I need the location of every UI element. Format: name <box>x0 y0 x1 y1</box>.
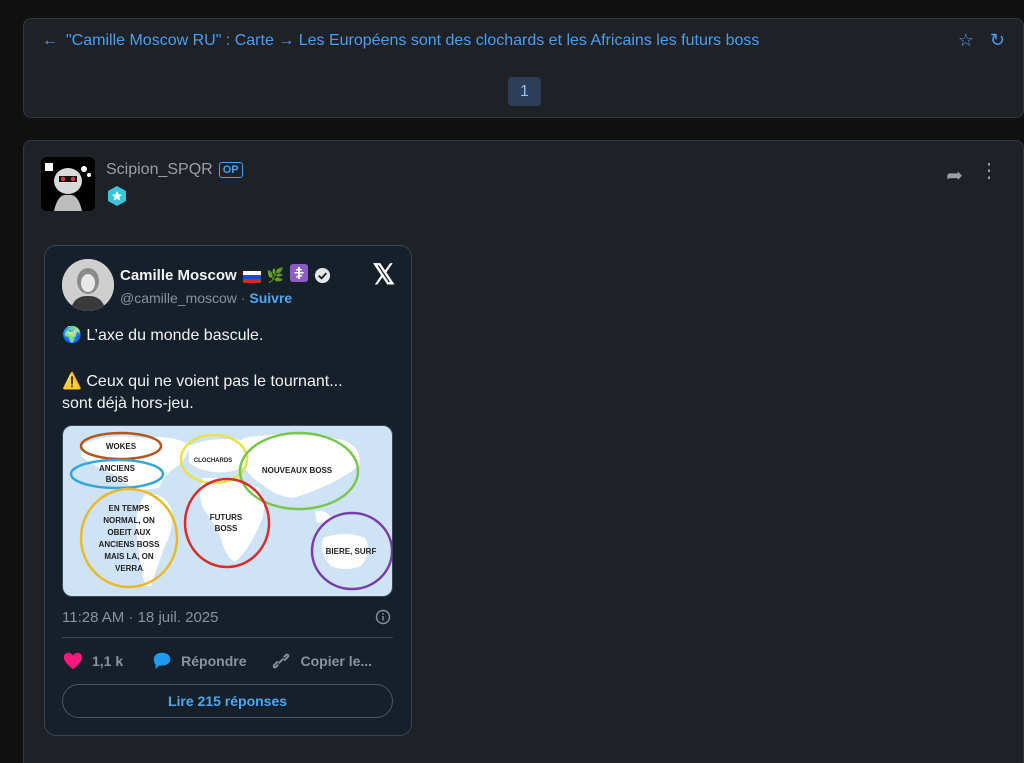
avatar[interactable] <box>41 157 95 211</box>
tweet-handle-row: @camille_moscow · Suivre <box>120 290 292 306</box>
map-label-futurs: FUTURS <box>210 513 243 522</box>
map-label-en-temps-5: MAIS LA, ON <box>104 552 154 561</box>
username-row: Scipion_SPQR OP <box>106 161 243 179</box>
tweet-actions: 1,1 k Répondre Copier le... <box>62 650 372 672</box>
heart-icon <box>63 652 83 670</box>
reply-label: Répondre <box>181 653 247 669</box>
speech-bubble-icon <box>153 652 171 670</box>
tweet-map-image[interactable]: WOKES ANCIENS BOSS CLOCHARDS NOUVEAUX BO… <box>62 425 393 597</box>
copy-link-button[interactable]: Copier le... <box>270 650 372 672</box>
back-link[interactable]: ← "Camille Moscow RU" : Carte → Les Euro… <box>42 32 759 50</box>
russia-flag-icon <box>242 270 261 283</box>
orthodox-cross-icon <box>290 264 309 287</box>
tweet-avatar[interactable] <box>62 259 114 311</box>
tweet-text: 🌍 L’axe du monde bascule. ⚠️ Ceux qui ne… <box>62 325 392 415</box>
handle-separator: · <box>236 290 250 306</box>
map-label-nouveaux-boss: NOUVEAUX BOSS <box>262 466 333 475</box>
map-label-anciens: ANCIENS <box>99 464 136 473</box>
tweet-handle[interactable]: @camille_moscow <box>120 290 237 306</box>
map-label-clochards: CLOCHARDS <box>194 458 232 464</box>
topic-header: ← "Camille Moscow RU" : Carte → Les Euro… <box>23 18 1024 118</box>
tweet-timestamp[interactable]: 11:28 AM · 18 juil. 2025 <box>62 609 219 626</box>
map-label-futurs-boss: BOSS <box>215 524 238 533</box>
tweet-line: ⚠️ Ceux qui ne voient pas le tournant... <box>62 373 343 390</box>
copy-link-label: Copier le... <box>300 653 373 669</box>
post-card: Scipion_SPQR OP ➦ ⋮ Camille Moscow 🌿 @ca… <box>23 140 1024 763</box>
olive-branch-icon: 🌿 <box>266 267 285 283</box>
map-label-biere-surf: BIERE, SURF <box>326 547 377 556</box>
arrow-left-icon: ← <box>42 32 58 49</box>
follow-link[interactable]: Suivre <box>249 290 292 306</box>
reply-button[interactable]: Répondre <box>151 650 246 672</box>
op-badge: OP <box>218 162 243 178</box>
verified-icon <box>315 267 331 284</box>
topic-actions: ☆ ↻ <box>958 31 1005 49</box>
tweet-name-row: Camille Moscow 🌿 <box>120 264 331 287</box>
tweet-divider <box>62 637 393 638</box>
page-button[interactable]: 1 <box>508 77 541 106</box>
embedded-tweet: Camille Moscow 🌿 @camille_moscow · Suivr… <box>44 245 412 736</box>
rank-badge-icon <box>108 186 126 206</box>
star-icon[interactable]: ☆ <box>958 31 974 49</box>
map-label-wokes: WOKES <box>106 442 137 451</box>
like-button[interactable]: 1,1 k <box>62 650 123 672</box>
share-icon[interactable]: ➦ <box>946 163 963 188</box>
map-label-en-temps-3: OBEIT AUX <box>107 528 151 537</box>
tweet-author-name[interactable]: Camille Moscow <box>120 267 237 284</box>
tweet-line: sont déjà hors-jeu. <box>62 395 194 412</box>
like-count: 1,1 k <box>92 653 124 669</box>
link-icon <box>273 653 290 669</box>
map-label-en-temps-4: ANCIENS BOSS <box>99 540 161 549</box>
username[interactable]: Scipion_SPQR <box>106 161 213 179</box>
read-replies-button[interactable]: Lire 215 réponses <box>62 684 393 718</box>
map-label-en-temps-2: NORMAL, ON <box>103 516 155 525</box>
x-logo-icon[interactable]: 𝕏 <box>372 258 395 291</box>
tweet-line: 🌍 L’axe du monde bascule. <box>62 327 264 344</box>
map-label-en-temps-6: VERRA <box>115 564 143 573</box>
map-label-en-temps-1: EN TEMPS <box>109 504 151 513</box>
info-icon[interactable] <box>375 609 391 625</box>
more-options-icon[interactable]: ⋮ <box>979 161 999 181</box>
topic-title: "Camille Moscow RU" : Carte → Les Europé… <box>66 32 760 49</box>
refresh-icon[interactable]: ↻ <box>990 31 1005 49</box>
map-label-anciens-boss: BOSS <box>106 475 129 484</box>
